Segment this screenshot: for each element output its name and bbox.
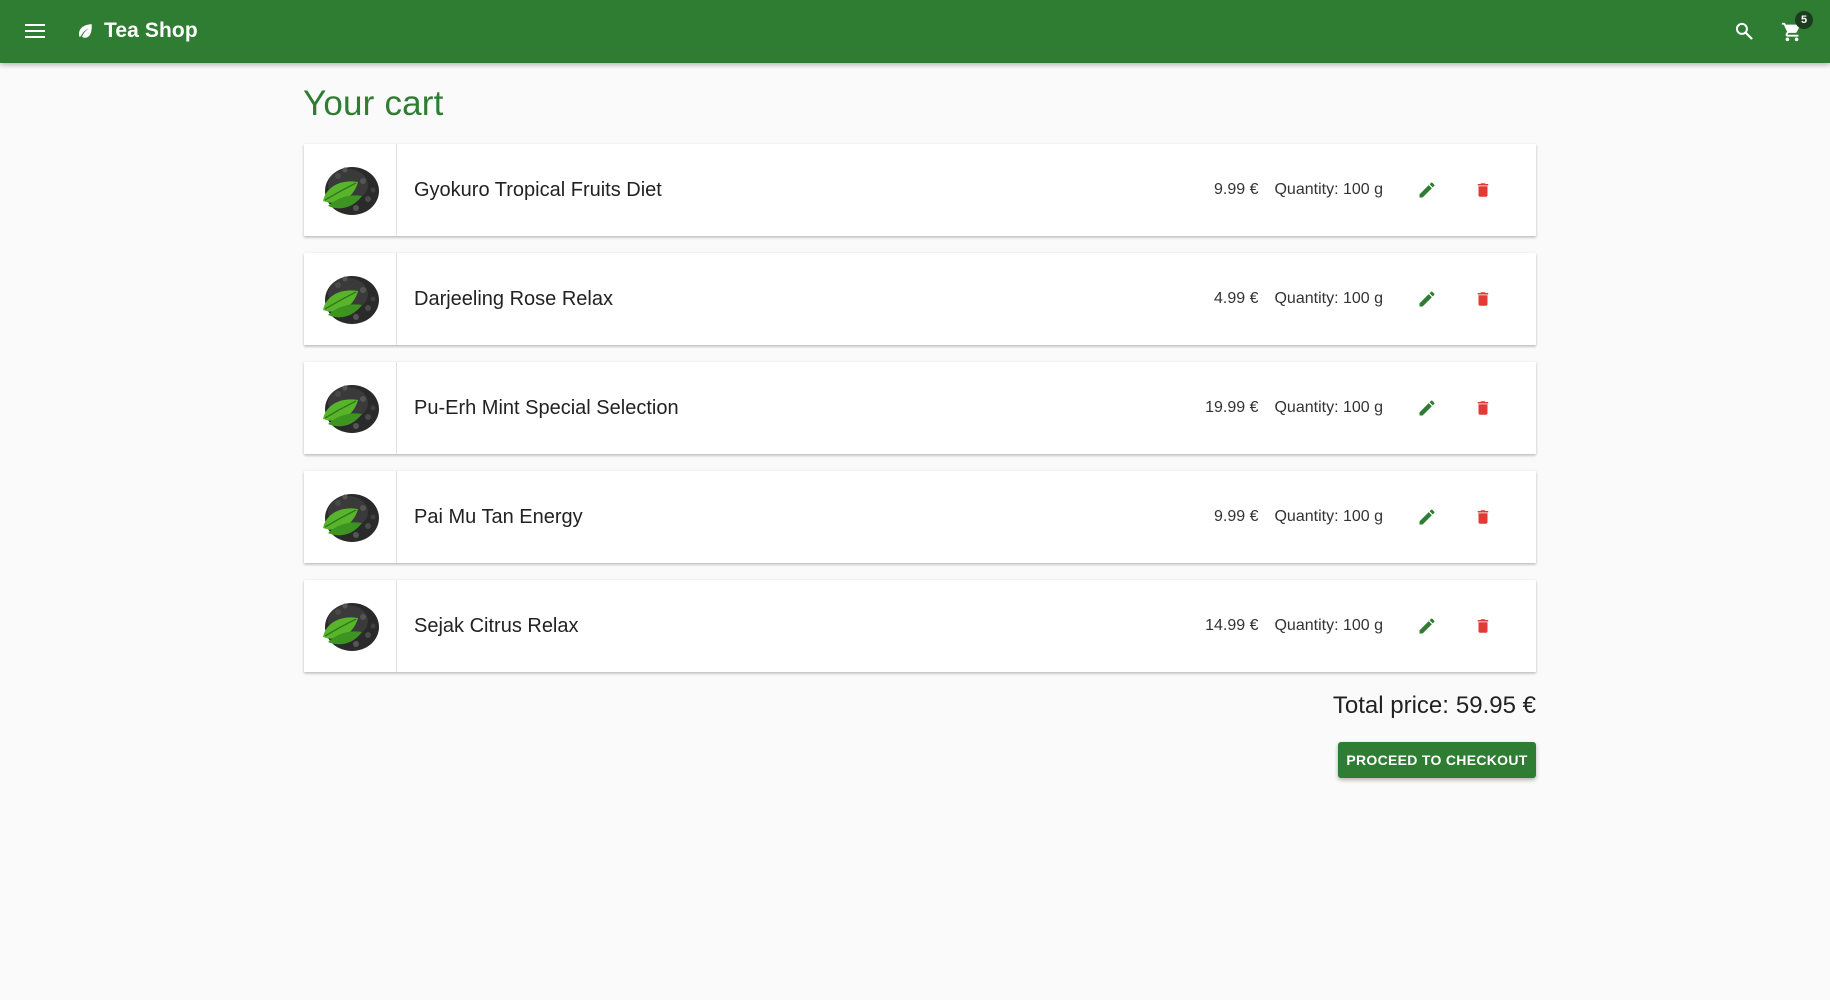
tea-leaves-image: [323, 167, 379, 215]
item-quantity: Quantity: 100 g: [1274, 617, 1383, 634]
delete-item-button[interactable]: [1465, 253, 1501, 345]
leaf-icon: [79, 24, 92, 38]
tea-thumbnail: [304, 253, 397, 345]
cart-item: Pai Mu Tan Energy 9.99 € Quantity: 100 g: [304, 471, 1536, 563]
pencil-icon: [1419, 182, 1435, 198]
cart-item: Gyokuro Tropical Fruits Diet 9.99 € Quan…: [304, 144, 1536, 236]
pencil-icon: [1419, 509, 1435, 525]
brand-title: Tea Shop: [104, 19, 198, 42]
cart-item: Darjeeling Rose Relax 4.99 € Quantity: 1…: [304, 253, 1536, 345]
delete-item-button[interactable]: [1465, 144, 1501, 236]
trash-icon: [1477, 510, 1489, 524]
item-name: Pu-Erh Mint Special Selection: [414, 396, 679, 419]
trash-icon: [1477, 292, 1489, 306]
cart-item: Sejak Citrus Relax 14.99 € Quantity: 100…: [304, 580, 1536, 672]
search-icon: [1735, 22, 1753, 40]
pencil-icon: [1419, 618, 1435, 634]
delete-item-button[interactable]: [1465, 580, 1501, 672]
app-bar: Tea Shop 5: [0, 0, 1830, 63]
item-price: 4.99 €: [1214, 290, 1259, 307]
item-quantity: Quantity: 100 g: [1274, 181, 1383, 198]
tea-leaves-image: [323, 385, 379, 433]
cart-item: Pu-Erh Mint Special Selection 19.99 € Qu…: [304, 362, 1536, 454]
edit-item-button[interactable]: [1409, 580, 1445, 672]
tea-thumbnail: [304, 471, 397, 563]
tea-leaves-image: [323, 603, 379, 651]
tea-thumbnail: [304, 580, 397, 672]
cart-button[interactable]: 5: [1775, 11, 1813, 49]
delete-item-button[interactable]: [1465, 362, 1501, 454]
item-quantity: Quantity: 100 g: [1274, 290, 1383, 307]
cart-count-badge: 5: [1795, 11, 1813, 29]
item-name: Darjeeling Rose Relax: [414, 287, 613, 310]
edit-item-button[interactable]: [1409, 362, 1445, 454]
checkout-button[interactable]: PROCEED TO CHECKOUT: [1338, 742, 1536, 778]
item-quantity: Quantity: 100 g: [1274, 508, 1383, 525]
item-price: 9.99 €: [1214, 181, 1259, 198]
total-price-label: Total price:: [1332, 692, 1449, 719]
item-price: 14.99 €: [1205, 617, 1259, 634]
delete-item-button[interactable]: [1465, 471, 1501, 563]
page-title: Your cart: [303, 84, 444, 123]
tea-leaves-image: [323, 494, 379, 542]
item-name: Sejak Citrus Relax: [414, 614, 579, 637]
tea-thumbnail: [304, 144, 397, 236]
total-price-value: 59.95 €: [1455, 692, 1536, 719]
search-button[interactable]: [1728, 15, 1760, 47]
cart-list: Gyokuro Tropical Fruits Diet 9.99 € Quan…: [304, 144, 1536, 689]
edit-item-button[interactable]: [1409, 471, 1445, 563]
trash-icon: [1477, 183, 1489, 197]
item-name: Gyokuro Tropical Fruits Diet: [414, 178, 662, 201]
menu-button[interactable]: [20, 16, 50, 46]
pencil-icon: [1419, 400, 1435, 416]
brand-link[interactable]: Tea Shop: [76, 15, 198, 47]
tea-leaves-image: [323, 276, 379, 324]
item-price: 9.99 €: [1214, 508, 1259, 525]
item-name: Pai Mu Tan Energy: [414, 505, 583, 528]
edit-item-button[interactable]: [1409, 144, 1445, 236]
total-price: Total price: 59.95 €: [1333, 692, 1536, 720]
trash-icon: [1477, 619, 1489, 633]
edit-item-button[interactable]: [1409, 253, 1445, 345]
tea-thumbnail: [304, 362, 397, 454]
trash-icon: [1477, 401, 1489, 415]
menu-icon: [25, 24, 45, 38]
item-quantity: Quantity: 100 g: [1274, 399, 1383, 416]
item-price: 19.99 €: [1205, 399, 1259, 416]
pencil-icon: [1419, 291, 1435, 307]
